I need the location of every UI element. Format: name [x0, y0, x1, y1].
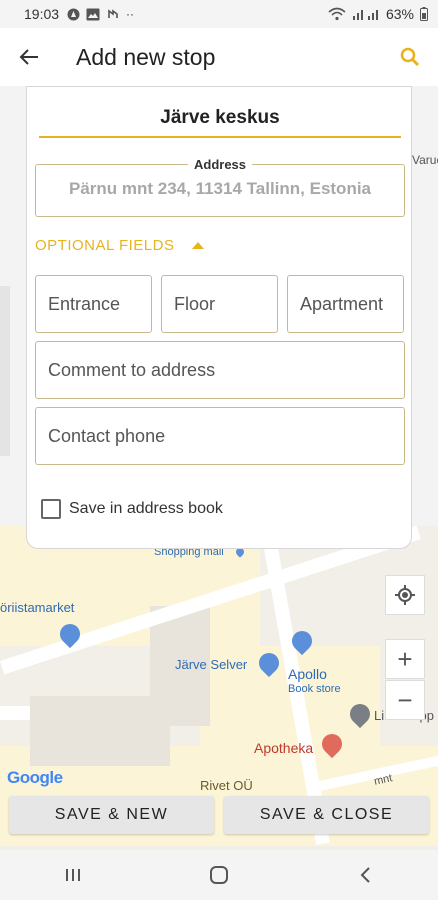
comment-field[interactable]: Comment to address: [35, 341, 405, 399]
save-address-row[interactable]: Save in address book: [41, 499, 223, 519]
search-icon: [400, 47, 420, 67]
google-logo: Google: [7, 768, 63, 787]
sync-icon: [108, 8, 118, 18]
page-title: Add new stop: [76, 43, 216, 70]
chevron-up-icon: [192, 242, 205, 249]
status-bar: 19:03 ·· 63%: [0, 0, 438, 28]
stop-form-card: Järve keskus Address Pärnu mnt 234, 1131…: [26, 86, 412, 549]
wifi-icon: [328, 7, 346, 21]
recent-apps-button[interactable]: [43, 855, 103, 895]
map-label-apollo-sub: Book store: [288, 683, 341, 695]
map-label-rivet: Rivet OÜ: [200, 778, 253, 793]
contact-phone-field[interactable]: Contact phone: [35, 407, 405, 465]
save-address-label: Save in address book: [69, 500, 223, 517]
crosshair-icon: [395, 585, 415, 605]
optional-fields-label: OPTIONAL FIELDS: [35, 237, 175, 254]
address-value: Pärnu mnt 234, 11314 Tallinn, Estonia: [68, 179, 371, 198]
entrance-field[interactable]: Entrance: [35, 275, 152, 333]
address-legend: Address: [187, 157, 253, 172]
system-nav-bar: [0, 850, 438, 900]
arrow-left-icon: [19, 49, 38, 65]
zoom-in-button[interactable]: +: [385, 639, 425, 679]
map-label-varuc: Varuc: [412, 153, 438, 167]
save-new-button[interactable]: SAVE & NEW: [9, 796, 214, 834]
save-address-checkbox[interactable]: [41, 499, 61, 519]
battery-icon: [420, 7, 428, 21]
address-field[interactable]: Address Pärnu mnt 234, 11314 Tallinn, Es…: [35, 157, 405, 217]
nav-back-button[interactable]: [335, 855, 395, 895]
map-label-apollo: Apollo: [288, 666, 327, 682]
stop-name[interactable]: Järve keskus: [39, 107, 401, 129]
home-icon: [210, 866, 228, 884]
apartment-field[interactable]: Apartment: [287, 275, 404, 333]
optional-fields-toggle[interactable]: OPTIONAL FIELDS: [35, 237, 205, 254]
map-label-apotheka: Apotheka: [254, 740, 314, 756]
save-close-button[interactable]: SAVE & CLOSE: [224, 796, 429, 834]
stop-name-underline: [39, 136, 401, 138]
my-location-button[interactable]: [385, 575, 425, 615]
status-notification-icons: ··: [67, 7, 134, 21]
recent-apps-icon: [66, 869, 80, 881]
chevron-left-icon: [360, 867, 370, 883]
back-button[interactable]: [0, 28, 58, 86]
notification-icon: [67, 8, 80, 20]
zoom-out-button[interactable]: −: [385, 680, 425, 720]
more-dots-icon: ··: [126, 7, 135, 21]
signal-icon: [352, 10, 378, 20]
floor-field[interactable]: Floor: [161, 275, 278, 333]
app-bar: Add new stop: [0, 28, 438, 86]
map-label-jarve-selver: Järve Selver: [175, 657, 248, 672]
map-label-toriistamarket: öriistamarket: [0, 600, 75, 615]
search-button[interactable]: [382, 29, 438, 85]
image-icon: [86, 8, 100, 20]
status-time: 19:03: [24, 6, 60, 22]
home-button[interactable]: [189, 855, 249, 895]
battery-percent: 63%: [385, 6, 414, 22]
